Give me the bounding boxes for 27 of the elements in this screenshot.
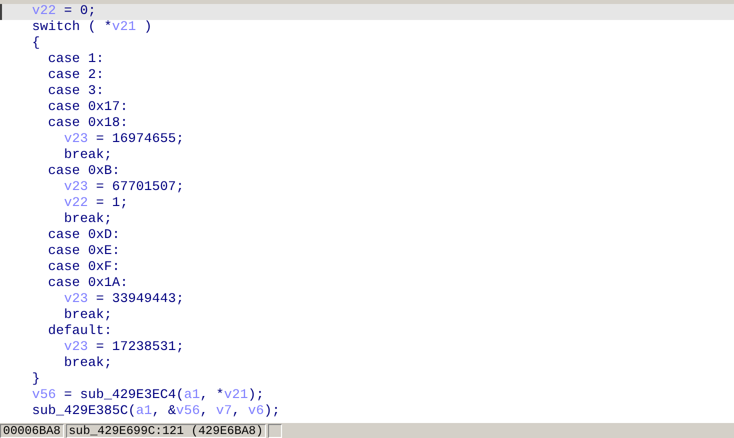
status-field: sub_429E699C:121 (429E6BA8) <box>66 424 266 438</box>
code-line: } <box>30 372 41 388</box>
code-line: switch ( *v21 ) <box>30 20 153 36</box>
code-line: case 1: <box>46 52 105 68</box>
code-line: break; <box>62 148 113 164</box>
code-line: break; <box>62 356 113 372</box>
code-line: case 0xF: <box>46 260 121 276</box>
code-line: case 2: <box>46 68 105 84</box>
code-line: default: <box>46 324 113 340</box>
code-line: break; <box>62 308 113 324</box>
code-line: { <box>30 36 41 52</box>
code-line: case 3: <box>46 84 105 100</box>
code-line: v23 = 33949443; <box>62 292 185 308</box>
code-line: break; <box>62 212 113 228</box>
code-line: case 0x18: <box>46 116 129 132</box>
code-line: v23 = 17238531; <box>62 340 185 356</box>
code-line: v56 = sub_429E3EC4(a1, *v21); <box>30 388 265 404</box>
code-line: v23 = 16974655; <box>62 132 185 148</box>
code-line: case 0xD: <box>46 228 121 244</box>
code-line: case 0x1A: <box>46 276 129 292</box>
code-line: case 0xB: <box>46 164 121 180</box>
code-line: v23 = 67701507; <box>62 180 185 196</box>
code-line: case 0xE: <box>46 244 121 260</box>
code-line: sub_429E385C(a1, &v56, v7, v6); <box>30 404 281 420</box>
status-field: 00006BA8 <box>0 424 64 438</box>
code-line: v22 = 1; <box>62 196 129 212</box>
code-line: case 0x17: <box>46 100 129 116</box>
